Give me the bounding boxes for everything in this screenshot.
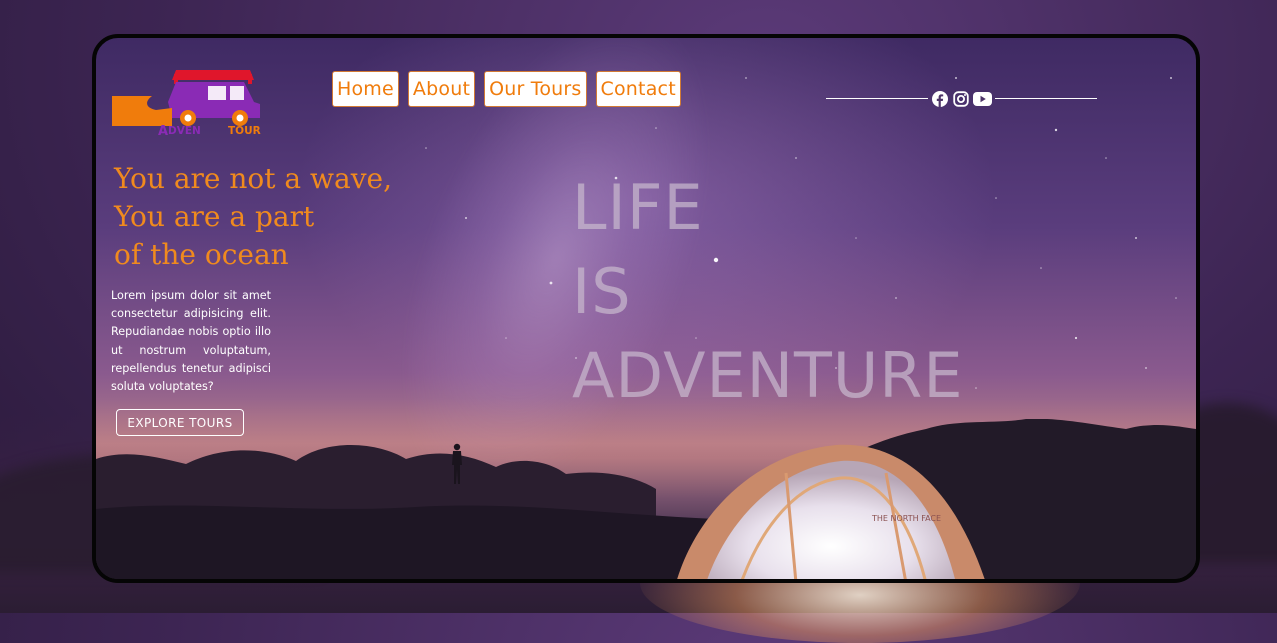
main-nav: Home About Our Tours Contact [332, 71, 681, 107]
explore-tours-button[interactable]: EXPLORE TOURS [116, 409, 244, 436]
logo-text-prefix: A [158, 124, 168, 136]
logo-text-mid: DVEN [168, 125, 201, 136]
adventour-logo: A DVEN TOUR [112, 70, 261, 136]
tagline-line-2: You are a part [114, 200, 315, 233]
headline-line-1: LIFE [572, 171, 704, 244]
tent-illustration: THE NORTH FACE [677, 444, 985, 579]
hero-tagline: You are not a wave, You are a part of th… [114, 160, 434, 274]
hero-description: Lorem ipsum dolor sit amet consectetur a… [111, 289, 271, 394]
tent-brand-text: THE NORTH FACE [871, 514, 941, 523]
nav-about[interactable]: About [407, 71, 476, 107]
hero-headline: LIFE IS ADVENTURE [572, 166, 964, 418]
social-divider-left [826, 98, 928, 99]
social-divider-right [995, 98, 1097, 99]
nav-home[interactable]: Home [332, 71, 399, 107]
facebook-icon[interactable] [931, 90, 948, 107]
person-silhouette [452, 443, 462, 484]
hero-card: THE NORTH FACE A DVEN TOUR Home About Ou… [92, 34, 1200, 583]
tagline-line-3: of the ocean [114, 238, 289, 271]
headline-line-3: ADVENTURE [572, 339, 964, 412]
tagline-line-1: You are not a wave, [114, 162, 392, 195]
nav-our-tours[interactable]: Our Tours [484, 71, 587, 107]
instagram-icon[interactable] [952, 90, 969, 107]
youtube-icon[interactable] [973, 90, 992, 107]
headline-line-2: IS [572, 255, 632, 328]
logo-text-suffix: TOUR [228, 125, 261, 136]
social-links [826, 90, 1097, 107]
nav-contact[interactable]: Contact [595, 71, 681, 107]
